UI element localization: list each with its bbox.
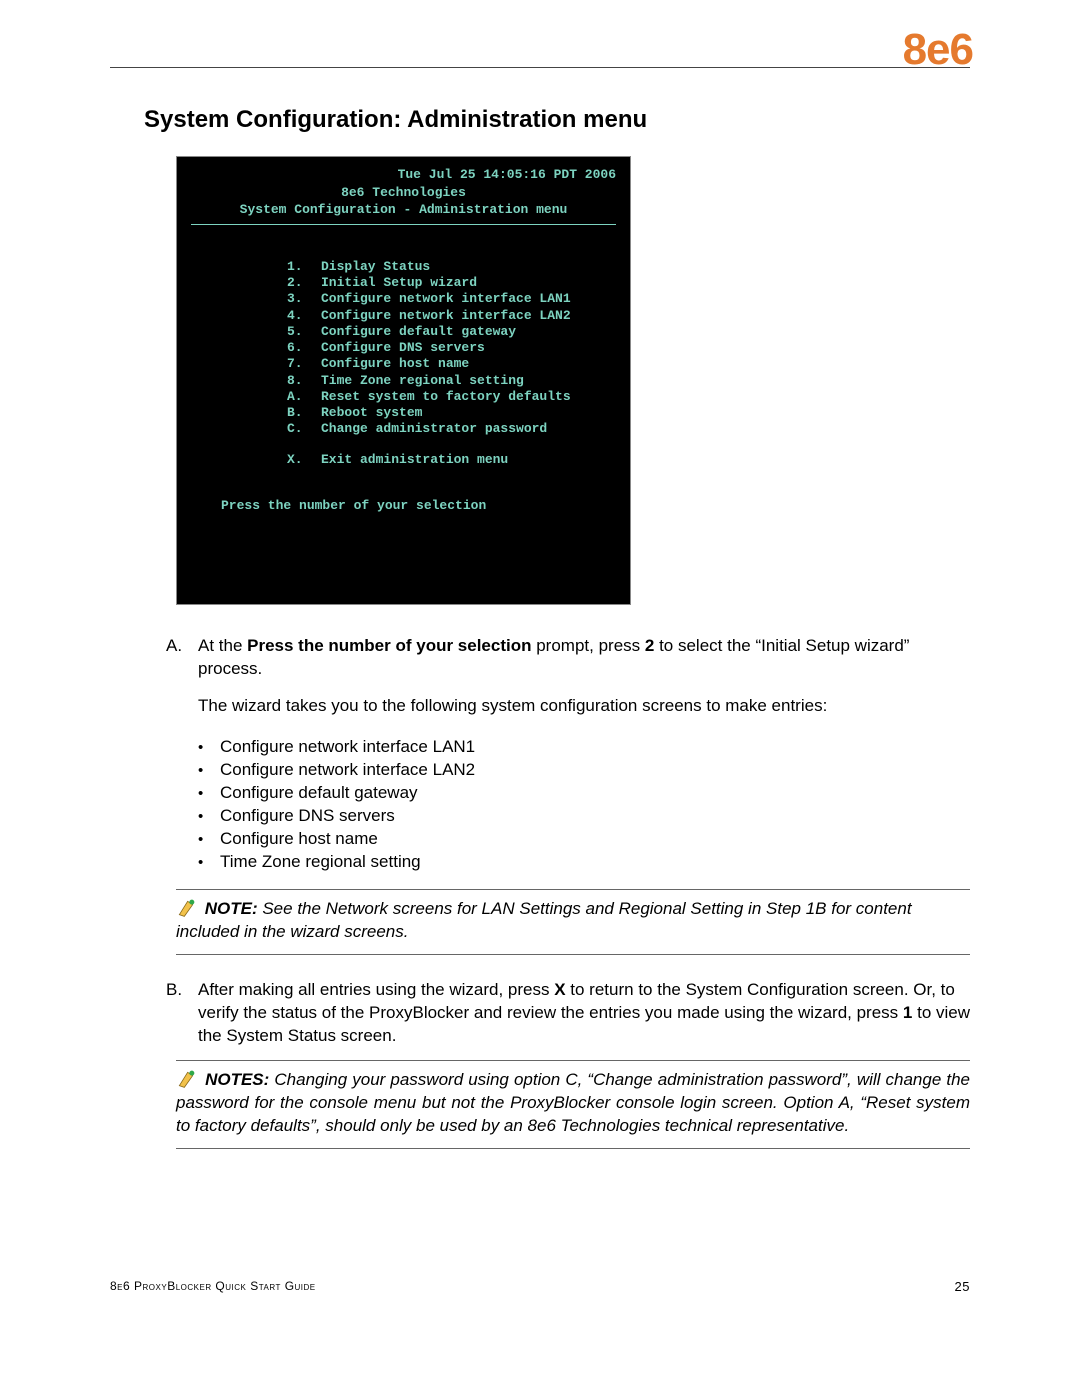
terminal-date: Tue Jul 25 14:05:16 PDT 2006 — [191, 167, 616, 183]
note-2: NOTES: Changing your password using opti… — [176, 1060, 970, 1149]
terminal-menu-item: 1.Display Status — [287, 259, 616, 275]
note-2-text: Changing your password using option C, “… — [176, 1070, 970, 1135]
note-2-label: NOTES: — [205, 1070, 269, 1089]
terminal-menu-item: 6.Configure DNS servers — [287, 340, 616, 356]
terminal-menu-item: C.Change administrator password — [287, 421, 616, 437]
note-icon — [176, 898, 196, 918]
list-item: •Configure network interface LAN1 — [198, 736, 970, 759]
terminal-prompt: Press the number of your selection — [221, 498, 616, 514]
brand-logo: 8e6 — [903, 25, 973, 75]
terminal-menu: 1.Display Status2.Initial Setup wizard3.… — [287, 259, 616, 468]
terminal-screenshot: Tue Jul 25 14:05:16 PDT 2006 8e6 Technol… — [176, 156, 970, 605]
section-title: System Configuration: Administration men… — [144, 106, 970, 134]
terminal-menu-item: 4.Configure network interface LAN2 — [287, 308, 616, 324]
note-1: NOTE: See the Network screens for LAN Se… — [176, 889, 970, 955]
note-1-text: See the Network screens for LAN Settings… — [176, 899, 912, 941]
terminal-menu-item: 8.Time Zone regional setting — [287, 373, 616, 389]
list-item: •Time Zone regional setting — [198, 851, 970, 874]
list-item: •Configure host name — [198, 828, 970, 851]
terminal-menu-item: B.Reboot system — [287, 405, 616, 421]
header-rule: 8e6 — [110, 40, 970, 68]
list-item: •Configure DNS servers — [198, 805, 970, 828]
terminal-menu-item: 7.Configure host name — [287, 356, 616, 372]
terminal-menu-item: 5.Configure default gateway — [287, 324, 616, 340]
list-item: •Configure default gateway — [198, 782, 970, 805]
step-a: A. At the Press the number of your selec… — [166, 635, 970, 681]
terminal-menu-item: 2.Initial Setup wizard — [287, 275, 616, 291]
terminal-menu-exit: X.Exit administration menu — [287, 452, 616, 468]
terminal-title-1: 8e6 Technologies — [191, 185, 616, 201]
step-b-text: After making all entries using the wizar… — [198, 979, 970, 1048]
step-a-label: A. — [166, 635, 188, 681]
note-icon — [176, 1069, 196, 1089]
terminal-divider — [191, 224, 616, 225]
wizard-bullets: •Configure network interface LAN1•Config… — [198, 736, 970, 874]
terminal-menu-item: A.Reset system to factory defaults — [287, 389, 616, 405]
footer: 8e6 ProxyBlocker Quick Start Guide 25 — [110, 1279, 970, 1294]
note-1-label: NOTE: — [205, 899, 258, 918]
step-b-label: B. — [166, 979, 188, 1048]
footer-doc-title: 8e6 ProxyBlocker Quick Start Guide — [110, 1279, 316, 1294]
terminal-title-2: System Configuration - Administration me… — [191, 202, 616, 218]
list-item: •Configure network interface LAN2 — [198, 759, 970, 782]
step-b: B. After making all entries using the wi… — [166, 979, 970, 1048]
terminal-menu-item: 3.Configure network interface LAN1 — [287, 291, 616, 307]
wizard-intro: The wizard takes you to the following sy… — [198, 695, 970, 718]
step-a-text: At the Press the number of your selectio… — [198, 635, 970, 681]
footer-page-number: 25 — [955, 1279, 970, 1294]
